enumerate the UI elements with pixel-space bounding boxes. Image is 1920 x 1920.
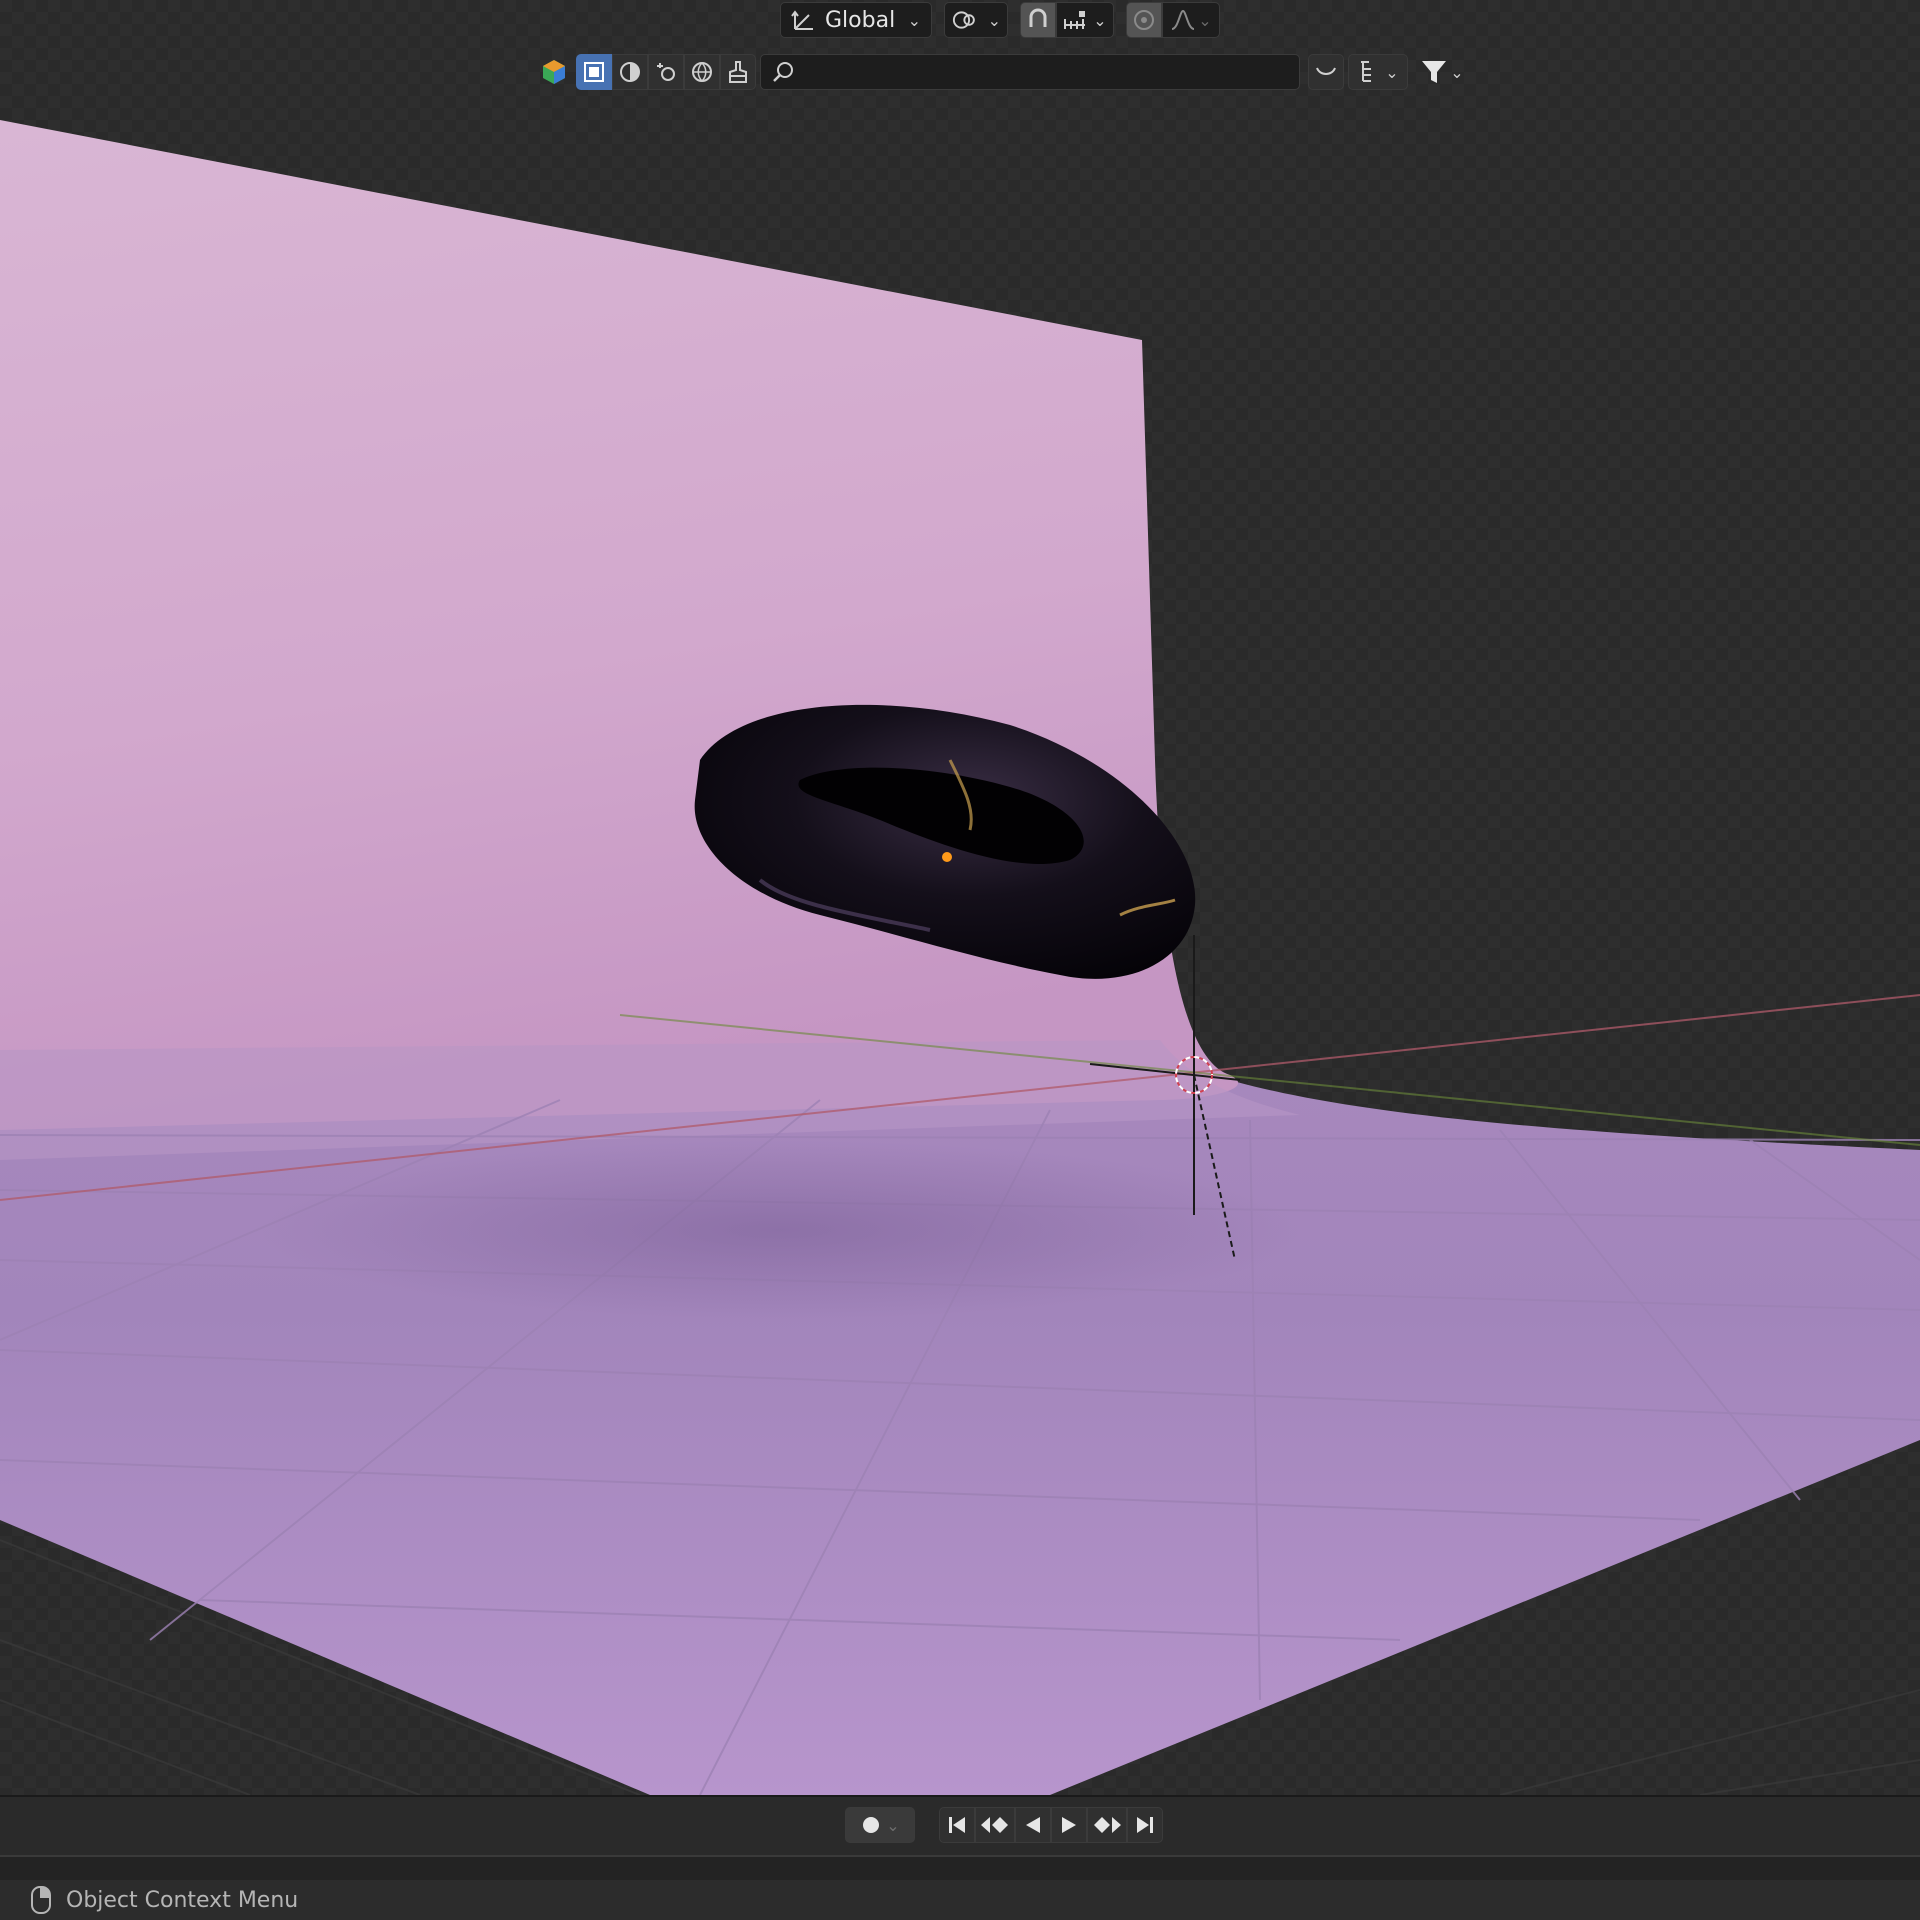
auto-keying-button[interactable]: ⌄	[845, 1807, 915, 1843]
record-icon	[863, 1817, 880, 1833]
transform-orientation-icon	[791, 10, 813, 30]
magnet-icon	[1029, 8, 1047, 27]
chevron-down-icon: ⌄	[1093, 10, 1107, 30]
mouse-right-icon	[31, 1886, 51, 1914]
chevron-down-icon: ⌄	[1385, 62, 1399, 82]
scene-render	[0, 120, 1920, 1795]
object-types-icon	[543, 60, 565, 84]
proportional-edit-group: ⌄	[1126, 2, 1220, 38]
transform-orientation-dropdown[interactable]: Global ⌄	[780, 2, 932, 38]
jump-end-icon	[1137, 1817, 1153, 1833]
filter-funnel-icon	[1422, 61, 1447, 83]
play-reverse-icon	[1026, 1817, 1040, 1833]
status-hint-text: Object Context Menu	[66, 1887, 299, 1913]
material-sphere-icon	[620, 62, 640, 82]
outliner-filter-toolbar: ⌄ ⌄	[536, 52, 1472, 92]
object-select-icon	[584, 62, 604, 82]
world-filter-button[interactable]	[684, 54, 720, 90]
chevron-down-icon: ⌄	[1450, 62, 1464, 82]
next-keyframe-icon	[1094, 1817, 1121, 1833]
jump-start-icon	[949, 1817, 965, 1833]
display-mode-dropdown[interactable]: ⌄	[1348, 54, 1408, 90]
outliner-tree-icon	[1361, 61, 1372, 82]
3d-viewport[interactable]	[0, 0, 1920, 1795]
restrict-columns-button[interactable]	[1308, 54, 1344, 90]
search-icon	[773, 62, 793, 82]
play-button[interactable]	[1051, 1807, 1087, 1843]
transform-orientation-label: Global	[825, 7, 896, 33]
world-icon	[692, 62, 712, 82]
search-field[interactable]	[760, 54, 1300, 90]
transform-toolbar: Global ⌄ ⌄ ⌄ ⌄	[780, 0, 1220, 40]
jump-end-button[interactable]	[1127, 1807, 1163, 1843]
snap-toggle-button[interactable]	[1020, 2, 1056, 38]
mesh-filter-button[interactable]	[576, 54, 612, 90]
curve-dropdown-icon	[1316, 67, 1336, 75]
prev-keyframe-icon	[981, 1817, 1008, 1833]
light-icon	[657, 63, 675, 81]
object-types-button[interactable]	[536, 54, 572, 90]
chevron-down-icon: ⌄	[886, 1815, 900, 1835]
transport-buttons	[939, 1807, 1163, 1843]
falloff-dropdown[interactable]: ⌄	[1162, 2, 1220, 38]
proportional-edit-button[interactable]	[1126, 2, 1162, 38]
backdrop-plane	[0, 120, 1239, 1130]
origin-dot	[942, 852, 952, 862]
status-bar: Object Context Menu	[0, 1880, 1920, 1920]
filter-icons-group	[576, 54, 756, 90]
chevron-down-icon: ⌄	[1198, 10, 1212, 30]
prev-keyframe-button[interactable]	[975, 1807, 1015, 1843]
falloff-curve-icon	[1171, 9, 1195, 30]
brush-icon	[729, 61, 747, 83]
search-input[interactable]	[803, 56, 1289, 88]
play-icon	[1062, 1817, 1076, 1833]
light-filter-button[interactable]	[648, 54, 684, 90]
chevron-down-icon: ⌄	[987, 10, 1001, 30]
next-keyframe-button[interactable]	[1087, 1807, 1127, 1843]
timeline-header: ⌄	[0, 1795, 1920, 1855]
snap-target-dropdown[interactable]: ⌄	[1056, 2, 1114, 38]
play-reverse-button[interactable]	[1015, 1807, 1051, 1843]
shading-filter-button[interactable]	[612, 54, 648, 90]
filter-dropdown[interactable]: ⌄	[1412, 54, 1472, 90]
paint-filter-button[interactable]	[720, 54, 756, 90]
timeline-scrub-area[interactable]	[0, 1855, 1920, 1881]
pivot-point-icon	[952, 11, 975, 29]
pivot-point-dropdown[interactable]: ⌄	[944, 2, 1008, 38]
chevron-down-icon: ⌄	[907, 10, 921, 30]
playback-controls: ⌄	[845, 1807, 1163, 1843]
snap-group: ⌄	[1020, 2, 1114, 38]
torus-shadow	[260, 1140, 1300, 1320]
proportional-edit-icon	[1134, 10, 1154, 30]
snap-increment-icon	[1064, 11, 1086, 29]
jump-start-button[interactable]	[939, 1807, 975, 1843]
